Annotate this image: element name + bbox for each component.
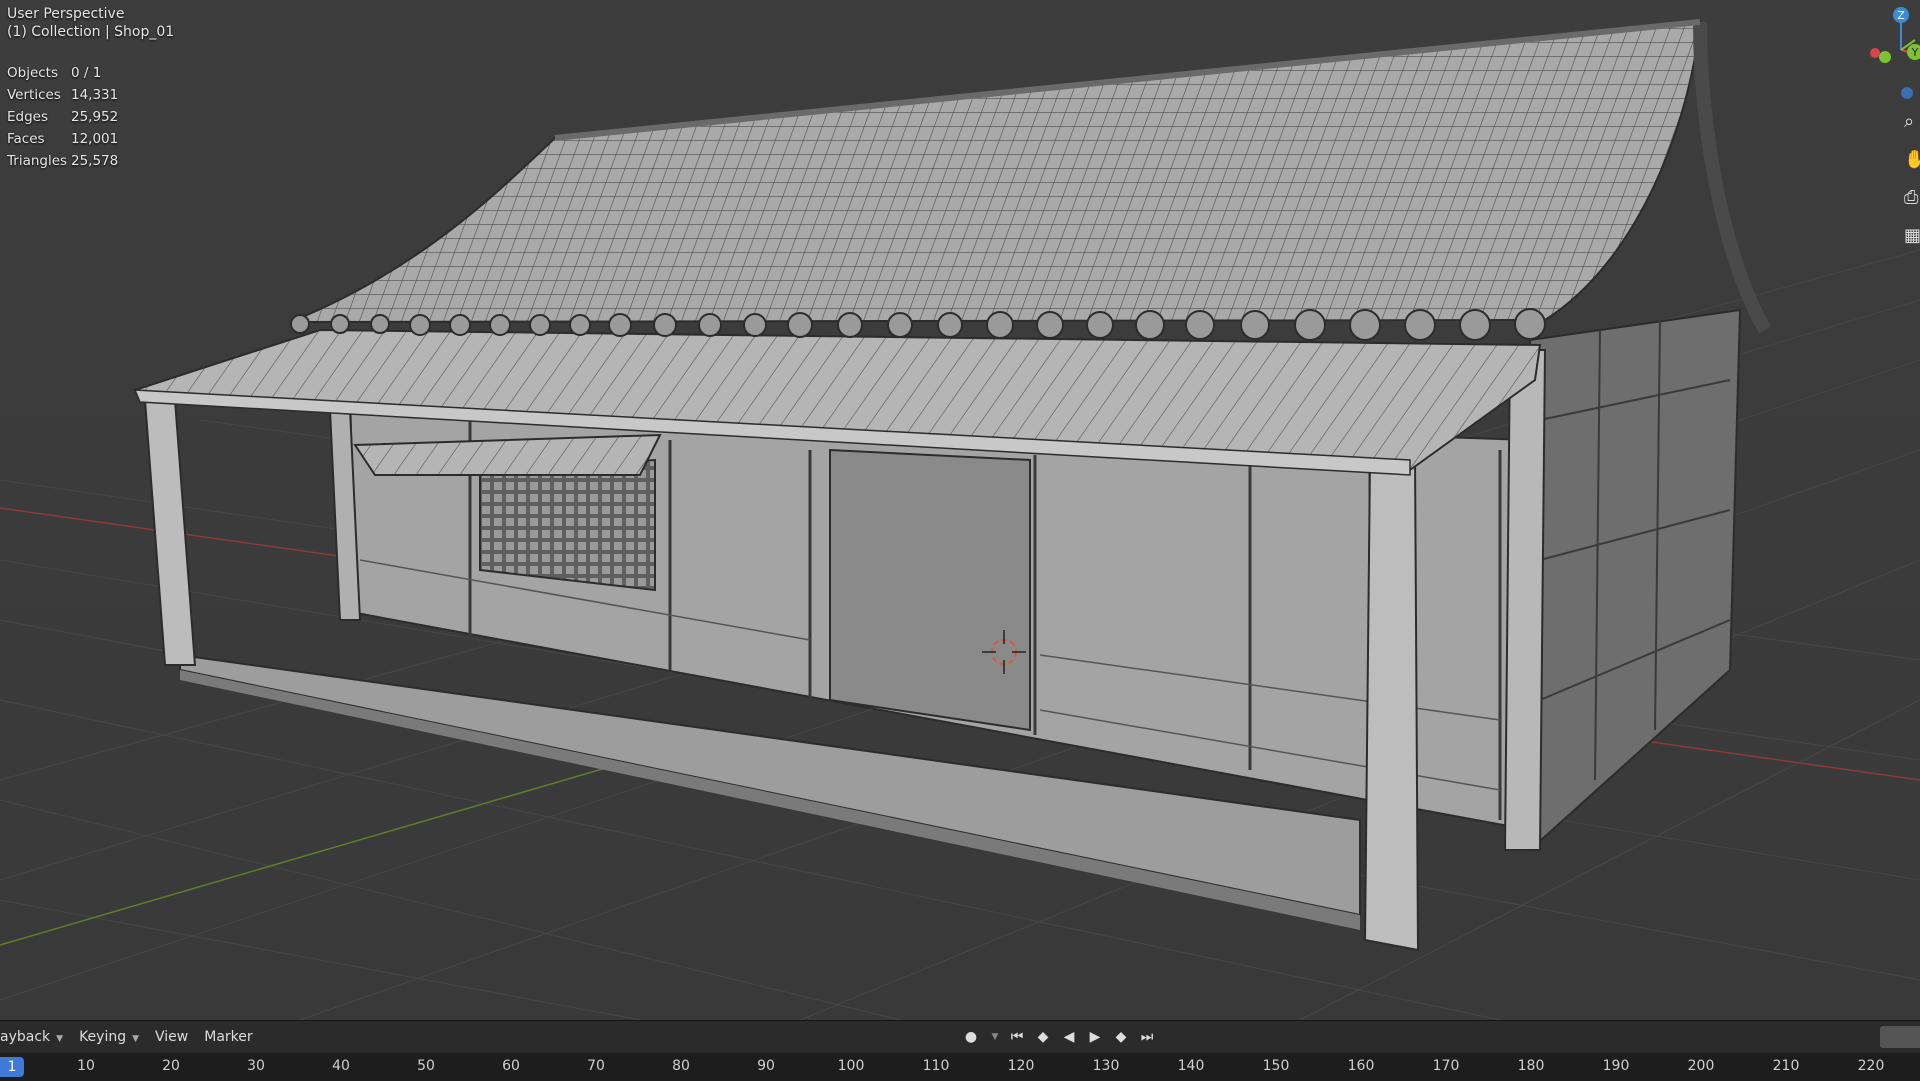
frame-tick-label: 180 xyxy=(1517,1058,1545,1074)
zoom-icon[interactable]: ⌕ xyxy=(1904,112,1920,132)
jump-end-button[interactable]: ⏭ xyxy=(1136,1026,1158,1048)
frame-tick-label: 140 xyxy=(1177,1058,1205,1074)
frame-tick-label: 70 xyxy=(587,1058,605,1074)
y-axis-label: Y xyxy=(1911,46,1919,59)
marker-menu-label: Marker xyxy=(204,1029,253,1045)
chevron-down-icon: ▼ xyxy=(56,1034,64,1044)
view-mode-label: User Perspective xyxy=(7,6,125,22)
collection-label: (1) Collection | Shop_01 xyxy=(7,24,175,40)
hand-pan-icon[interactable]: ✋ xyxy=(1904,150,1920,170)
stat-value: 25,952 xyxy=(71,109,119,125)
viewport-info: User Perspective (1) Collection | Shop_0… xyxy=(7,5,174,41)
stat-row: Edges 25,952 xyxy=(7,106,118,128)
current-frame-indicator[interactable]: 1 xyxy=(0,1057,24,1077)
frame-tick-label: 220 xyxy=(1857,1058,1885,1074)
navigation-gizmo[interactable]: Z Y xyxy=(1840,0,1920,120)
frame-tick-label: 110 xyxy=(922,1058,950,1074)
playback-menu[interactable]: ayback ▼ xyxy=(0,1029,71,1045)
stat-label: Vertices xyxy=(7,87,61,103)
stat-value: 14,331 xyxy=(71,87,119,103)
z-axis-label: Z xyxy=(1897,9,1905,22)
frame-tick-label: 200 xyxy=(1687,1058,1715,1074)
frame-tick-label: 130 xyxy=(1092,1058,1120,1074)
next-keyframe-button[interactable]: ◆ xyxy=(1110,1026,1132,1048)
stat-row: Objects 0 / 1 xyxy=(7,62,118,84)
stat-row: Triangles 25,578 xyxy=(7,150,118,172)
stat-label: Edges xyxy=(7,109,49,125)
frame-tick-label: 170 xyxy=(1432,1058,1460,1074)
frame-tick-label: 60 xyxy=(502,1058,520,1074)
frame-tick-label: 80 xyxy=(672,1058,690,1074)
marker-menu[interactable]: Marker xyxy=(196,1029,260,1045)
timeline-editor: ayback ▼ Keying ▼ View Marker ● ▼ ⏮ ◆ ◀ ▶ … xyxy=(0,1020,1920,1081)
chevron-down-icon: ▼ xyxy=(132,1034,140,1044)
stat-row: Vertices 14,331 xyxy=(7,84,118,106)
timeline-header: ayback ▼ Keying ▼ View Marker ● ▼ ⏮ ◆ ◀ ▶ … xyxy=(0,1021,1920,1053)
frame-tick-label: 100 xyxy=(837,1058,865,1074)
view-menu[interactable]: View xyxy=(147,1029,196,1045)
stat-label: Objects xyxy=(7,65,59,81)
stat-value: 25,578 xyxy=(71,153,119,169)
play-button[interactable]: ▶ xyxy=(1084,1026,1106,1048)
frame-tick-label: 30 xyxy=(247,1058,265,1074)
viewport-scene xyxy=(0,19,1920,1020)
frame-ruler[interactable]: 1 10 20 30 40 50 60 70 80 90 100 110 120 130 140 150 16… xyxy=(0,1053,1920,1081)
chevron-down-icon[interactable]: ▼ xyxy=(988,1026,1002,1048)
frame-tick-label: 40 xyxy=(332,1058,350,1074)
stat-value: 0 / 1 xyxy=(71,65,102,81)
frame-tick-label: 10 xyxy=(77,1058,95,1074)
playback-menu-label: ayback xyxy=(0,1029,51,1045)
record-button[interactable]: ● xyxy=(958,1026,984,1048)
frame-tick-label: 210 xyxy=(1772,1058,1800,1074)
keying-menu[interactable]: Keying ▼ xyxy=(71,1029,147,1045)
prev-keyframe-button[interactable]: ◆ xyxy=(1032,1026,1054,1048)
stat-value: 12,001 xyxy=(71,131,119,147)
stat-row: Faces 12,001 xyxy=(7,128,118,150)
frame-tick-label: 190 xyxy=(1602,1058,1630,1074)
frame-tick-label: 150 xyxy=(1262,1058,1290,1074)
stat-label: Triangles xyxy=(7,153,68,169)
3d-viewport[interactable]: User Perspective (1) Collection | Shop_0… xyxy=(0,0,1920,1020)
play-reverse-button[interactable]: ◀ xyxy=(1058,1026,1080,1048)
grid-view-icon[interactable]: ▦ xyxy=(1904,226,1920,246)
frame-tick-label: 120 xyxy=(1007,1058,1035,1074)
scene-statistics: Objects 0 / 1 Vertices 14,331 Edges 25,952 … xyxy=(7,62,118,172)
jump-start-button[interactable]: ⏮ xyxy=(1006,1026,1028,1048)
frame-tick-label: 20 xyxy=(162,1058,180,1074)
playback-controls: ● ▼ ⏮ ◆ ◀ ▶ ◆ ⏭ xyxy=(958,1026,1158,1048)
frame-tick-label: 90 xyxy=(757,1058,775,1074)
shop-model xyxy=(133,19,1772,952)
keying-menu-label: Keying xyxy=(79,1029,127,1045)
neg-y-axis-icon[interactable] xyxy=(1879,51,1891,63)
stat-label: Faces xyxy=(7,131,45,147)
current-frame-field[interactable] xyxy=(1880,1026,1920,1048)
frame-tick-label: 160 xyxy=(1347,1058,1375,1074)
view-menu-label: View xyxy=(155,1029,189,1045)
neg-x-axis-icon[interactable] xyxy=(1870,48,1880,58)
camera-icon[interactable]: ⎙ xyxy=(1904,188,1920,208)
neg-z-axis-icon[interactable] xyxy=(1901,87,1913,99)
frame-tick-label: 50 xyxy=(417,1058,435,1074)
